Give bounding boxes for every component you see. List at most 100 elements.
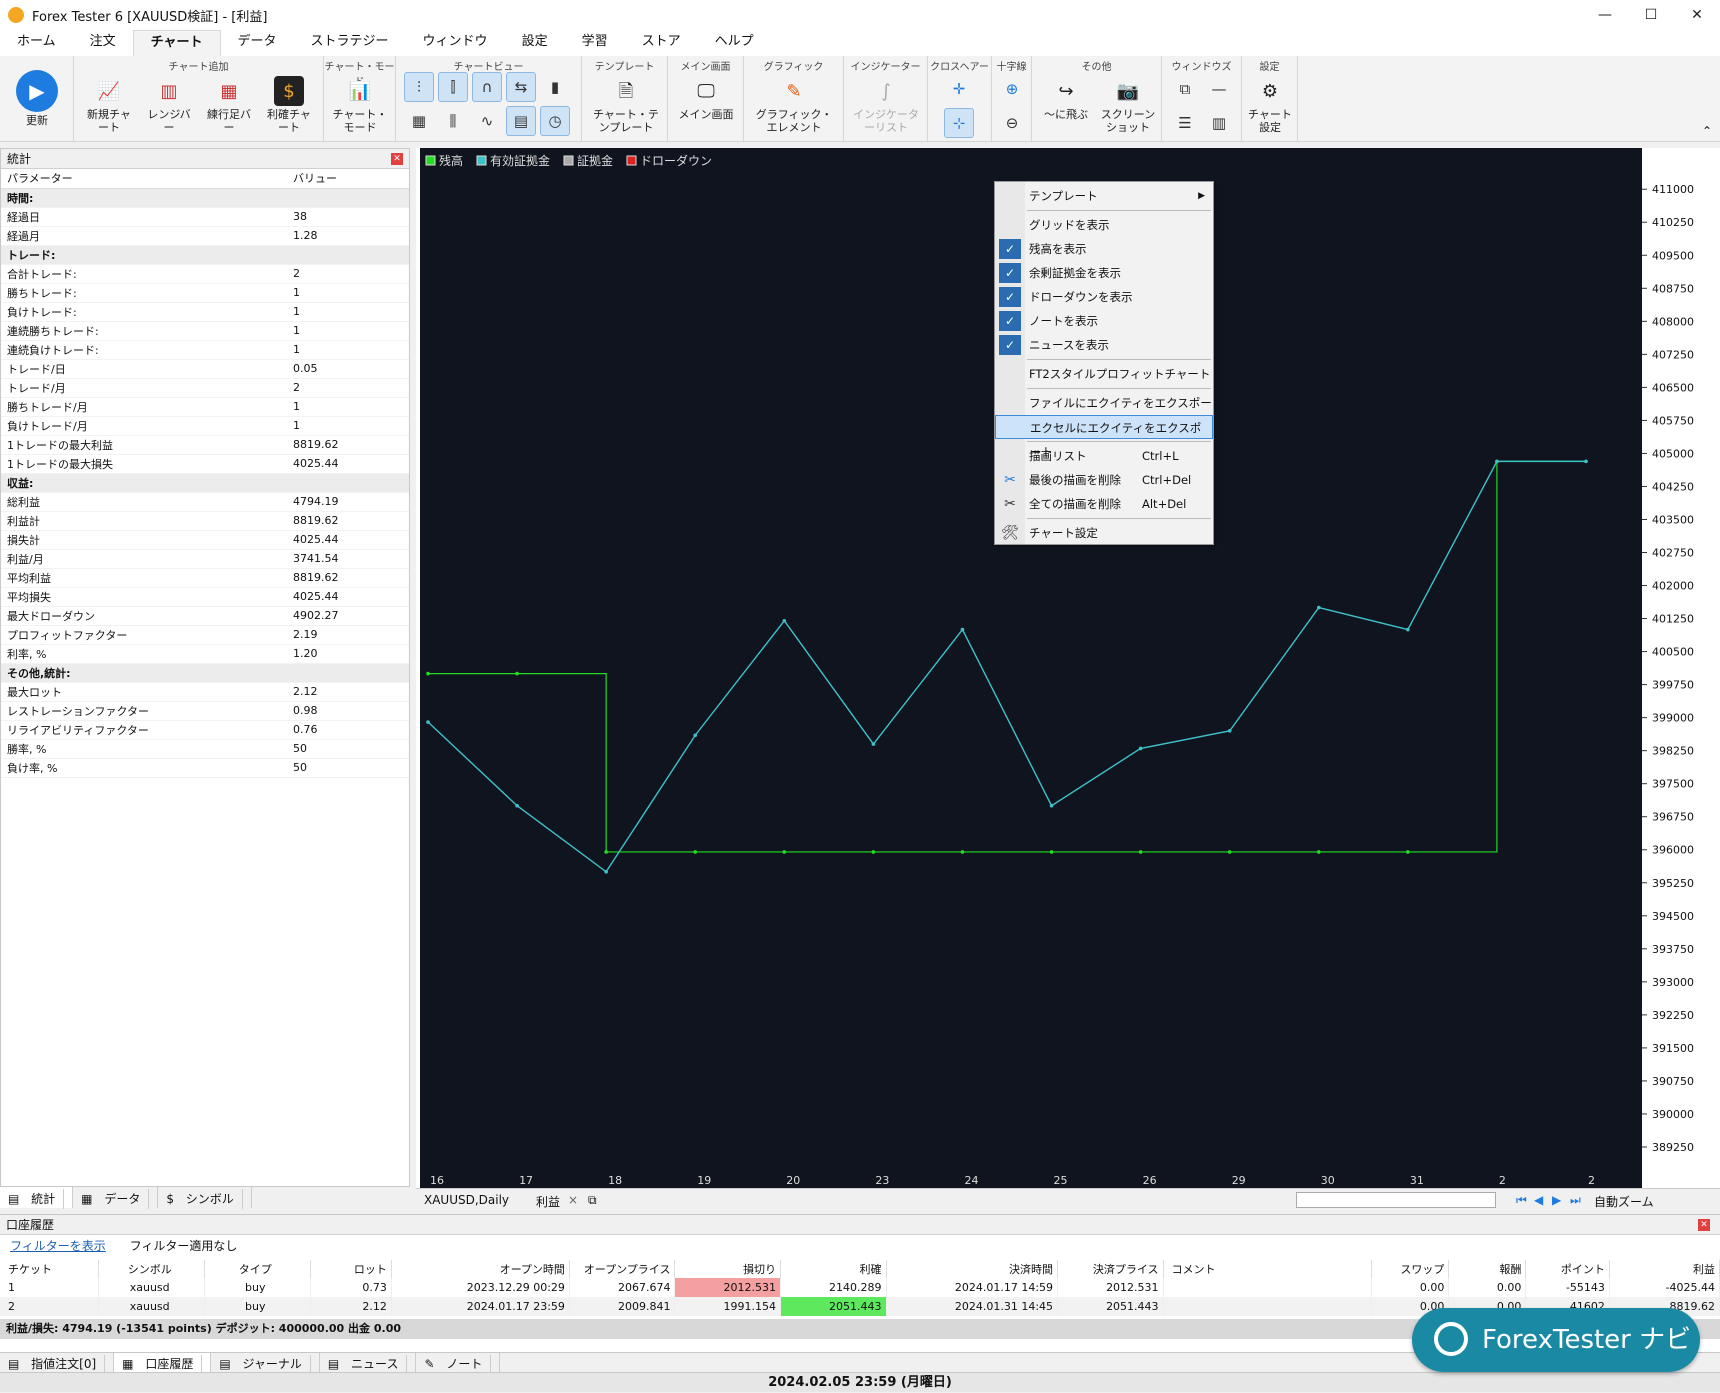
- menu-item-delete-last[interactable]: ✂ 最後の描画を削除 Ctrl+Del: [995, 468, 1213, 492]
- tile-vertical-icon[interactable]: ▥: [1204, 108, 1234, 138]
- menu-label: ノートを表示: [1029, 314, 1098, 328]
- tab-journal[interactable]: ▤ ジャーナル: [211, 1353, 320, 1373]
- graphic-element-button[interactable]: ✎ グラフィック・エレメント: [752, 76, 836, 134]
- tab-settings[interactable]: 設定: [505, 30, 565, 56]
- cascade-window-icon[interactable]: ⧉: [1170, 74, 1200, 104]
- menu-item-show-grid[interactable]: グリッドを表示: [995, 213, 1213, 237]
- tab-data[interactable]: データ: [221, 30, 294, 56]
- column-header[interactable]: オープン時間: [391, 1260, 570, 1278]
- nav-first-icon[interactable]: ⏮: [1516, 1193, 1527, 1208]
- chart-scrollbar[interactable]: [1296, 1192, 1496, 1208]
- document-icon[interactable]: ▤: [506, 106, 536, 136]
- table-row[interactable]: 1 xauusd buy 0.73 2023.12.29 00:29 2067.674 20…: [0, 1278, 1720, 1297]
- tab-pending-orders[interactable]: ▤ 指値注文[0]: [0, 1353, 115, 1373]
- indicator-list-button[interactable]: ∫ インジケーターリスト: [850, 76, 922, 134]
- screenshot-button[interactable]: 📷 スクリーンショット: [1098, 76, 1158, 134]
- chart-template-button[interactable]: 🗎 チャート・テンプレート: [590, 76, 662, 134]
- maximize-button[interactable]: ☐: [1628, 0, 1674, 30]
- close-button[interactable]: ✕: [1674, 0, 1720, 30]
- tab-notes[interactable]: ✎ ノート: [416, 1353, 501, 1373]
- menu-item-show-news[interactable]: ✓ ニュースを表示: [995, 333, 1213, 357]
- tab-order[interactable]: 注文: [73, 30, 133, 56]
- collapse-ribbon-icon[interactable]: ⌃: [1702, 124, 1712, 138]
- menu-item-delete-all[interactable]: ✂ 全ての描画を削除 Alt+Del: [995, 492, 1213, 516]
- chart-tab-symbol[interactable]: XAUUSD,Daily: [424, 1193, 509, 1207]
- menu-item-chart-settings[interactable]: 🛠 チャート設定: [995, 521, 1213, 545]
- tile-horizontal-icon[interactable]: ☰: [1170, 108, 1200, 138]
- minimize-button[interactable]: —: [1582, 0, 1628, 30]
- period-sep-icon[interactable]: ⫼: [438, 106, 468, 136]
- tab-chart[interactable]: チャート: [132, 30, 221, 56]
- tab-news[interactable]: ▤ ニュース: [320, 1353, 417, 1373]
- renko-bar-button[interactable]: ▦ 練行足バー: [204, 76, 254, 134]
- column-header[interactable]: スワップ: [1371, 1260, 1450, 1278]
- menu-item-show-balance[interactable]: ✓ 残高を表示: [995, 237, 1213, 261]
- tab-learn[interactable]: 学習: [565, 30, 625, 56]
- close-icon[interactable]: ✕: [1698, 1219, 1710, 1231]
- column-header[interactable]: チケット: [0, 1260, 100, 1278]
- candle-chart-icon[interactable]: ⫿: [438, 72, 468, 102]
- column-header[interactable]: ロット: [310, 1260, 392, 1278]
- profit-chart-button[interactable]: $ 利確チャート: [264, 76, 314, 134]
- column-header[interactable]: 利益: [1609, 1260, 1720, 1278]
- chart-tab-profit[interactable]: 利益: [536, 1193, 560, 1210]
- main-screen-button[interactable]: 🖵 メイン画面: [676, 76, 736, 121]
- menu-item-export-excel[interactable]: エクセルにエクイティをエクスポート: [995, 415, 1213, 459]
- column-header[interactable]: オープンプライス: [569, 1260, 676, 1278]
- close-icon[interactable]: ✕: [391, 153, 403, 165]
- column-header[interactable]: 決済プライス: [1057, 1260, 1164, 1278]
- nav-prev-icon[interactable]: ◀: [1534, 1193, 1543, 1207]
- new-window-icon[interactable]: ⧉: [588, 1193, 597, 1208]
- shift-icon[interactable]: ⇆: [506, 72, 536, 102]
- new-chart-button[interactable]: 📈 新規チャート: [84, 76, 134, 134]
- clock-icon[interactable]: ◷: [540, 106, 570, 136]
- zoom-out-icon[interactable]: ⊖: [997, 108, 1027, 138]
- tab-help[interactable]: ヘルプ: [698, 30, 771, 56]
- column-header[interactable]: タイプ: [204, 1260, 311, 1278]
- crosshair-move-icon[interactable]: ⊹: [944, 108, 974, 138]
- range-bar-button[interactable]: ▥ レンジバー: [144, 76, 194, 134]
- column-header[interactable]: 利確: [780, 1260, 887, 1278]
- column-header[interactable]: 決済時間: [886, 1260, 1059, 1278]
- zoom-in-icon[interactable]: ⊕: [997, 74, 1027, 104]
- auto-zoom-button[interactable]: 自動ズーム: [1594, 1193, 1718, 1210]
- menu-item-show-free-margin[interactable]: ✓ 余剰証拠金を表示: [995, 261, 1213, 285]
- tab-window[interactable]: ウィンドウ: [406, 30, 505, 56]
- tab-data-panel[interactable]: ▦ データ: [73, 1187, 159, 1209]
- jump-to-button[interactable]: ↪ 〜に飛ぶ: [1038, 76, 1094, 121]
- column-header[interactable]: ポイント: [1525, 1260, 1610, 1278]
- nav-next-icon[interactable]: ▶: [1552, 1193, 1561, 1207]
- magnet-icon[interactable]: ∩: [472, 72, 502, 102]
- column-header[interactable]: 損切り: [674, 1260, 781, 1278]
- column-header[interactable]: シンボル: [98, 1260, 205, 1278]
- crosshair-icon[interactable]: ✛: [944, 74, 974, 104]
- column-header[interactable]: 報酬: [1448, 1260, 1527, 1278]
- close-tab-icon[interactable]: ×: [568, 1193, 578, 1207]
- tab-symbol[interactable]: $ シンボル: [158, 1187, 252, 1209]
- grid-icon[interactable]: ▦: [404, 106, 434, 136]
- column-header[interactable]: コメント: [1163, 1260, 1373, 1278]
- chart-settings-button[interactable]: ⚙ チャート設定: [1246, 76, 1294, 134]
- menu-separator: [1027, 441, 1211, 442]
- menu-item-show-drawdown[interactable]: ✓ ドローダウンを表示: [995, 285, 1213, 309]
- stats-tabs: ▤ 統計 ▦ データ $ シンボル: [0, 1186, 410, 1209]
- bar-chart-icon[interactable]: ⫶: [404, 72, 434, 102]
- menu-item-ft2-profit[interactable]: FT2スタイルプロフィットチャート: [995, 362, 1213, 386]
- show-filter-link[interactable]: フィルターを表示: [10, 1239, 106, 1253]
- chart-mode-button[interactable]: 📊 チャート・モード: [332, 76, 388, 134]
- tab-stats[interactable]: ▤ 統計: [0, 1187, 74, 1209]
- refresh-button[interactable]: ▶ 更新: [8, 70, 66, 127]
- menu-item-show-notes[interactable]: ✓ ノートを表示: [995, 309, 1213, 333]
- menu-item-draw-list[interactable]: 描画リスト Ctrl+L: [995, 444, 1213, 468]
- time-tick-label: 16: [430, 1174, 444, 1187]
- tab-account-history[interactable]: ▦ 口座履歴: [114, 1353, 212, 1373]
- line-chart-icon[interactable]: ∿: [472, 106, 502, 136]
- menu-item-export-file[interactable]: ファイルにエクイティをエクスポート: [995, 391, 1213, 434]
- volume-icon[interactable]: ▮: [540, 72, 570, 102]
- menu-item-template[interactable]: テンプレート ▶: [995, 184, 1213, 208]
- tab-home[interactable]: ホーム: [0, 30, 73, 56]
- minimize-window-icon[interactable]: —: [1204, 74, 1234, 104]
- nav-last-icon[interactable]: ⏭: [1570, 1193, 1581, 1208]
- tab-store[interactable]: ストア: [625, 30, 698, 56]
- tab-strategy[interactable]: ストラテジー: [294, 30, 406, 56]
